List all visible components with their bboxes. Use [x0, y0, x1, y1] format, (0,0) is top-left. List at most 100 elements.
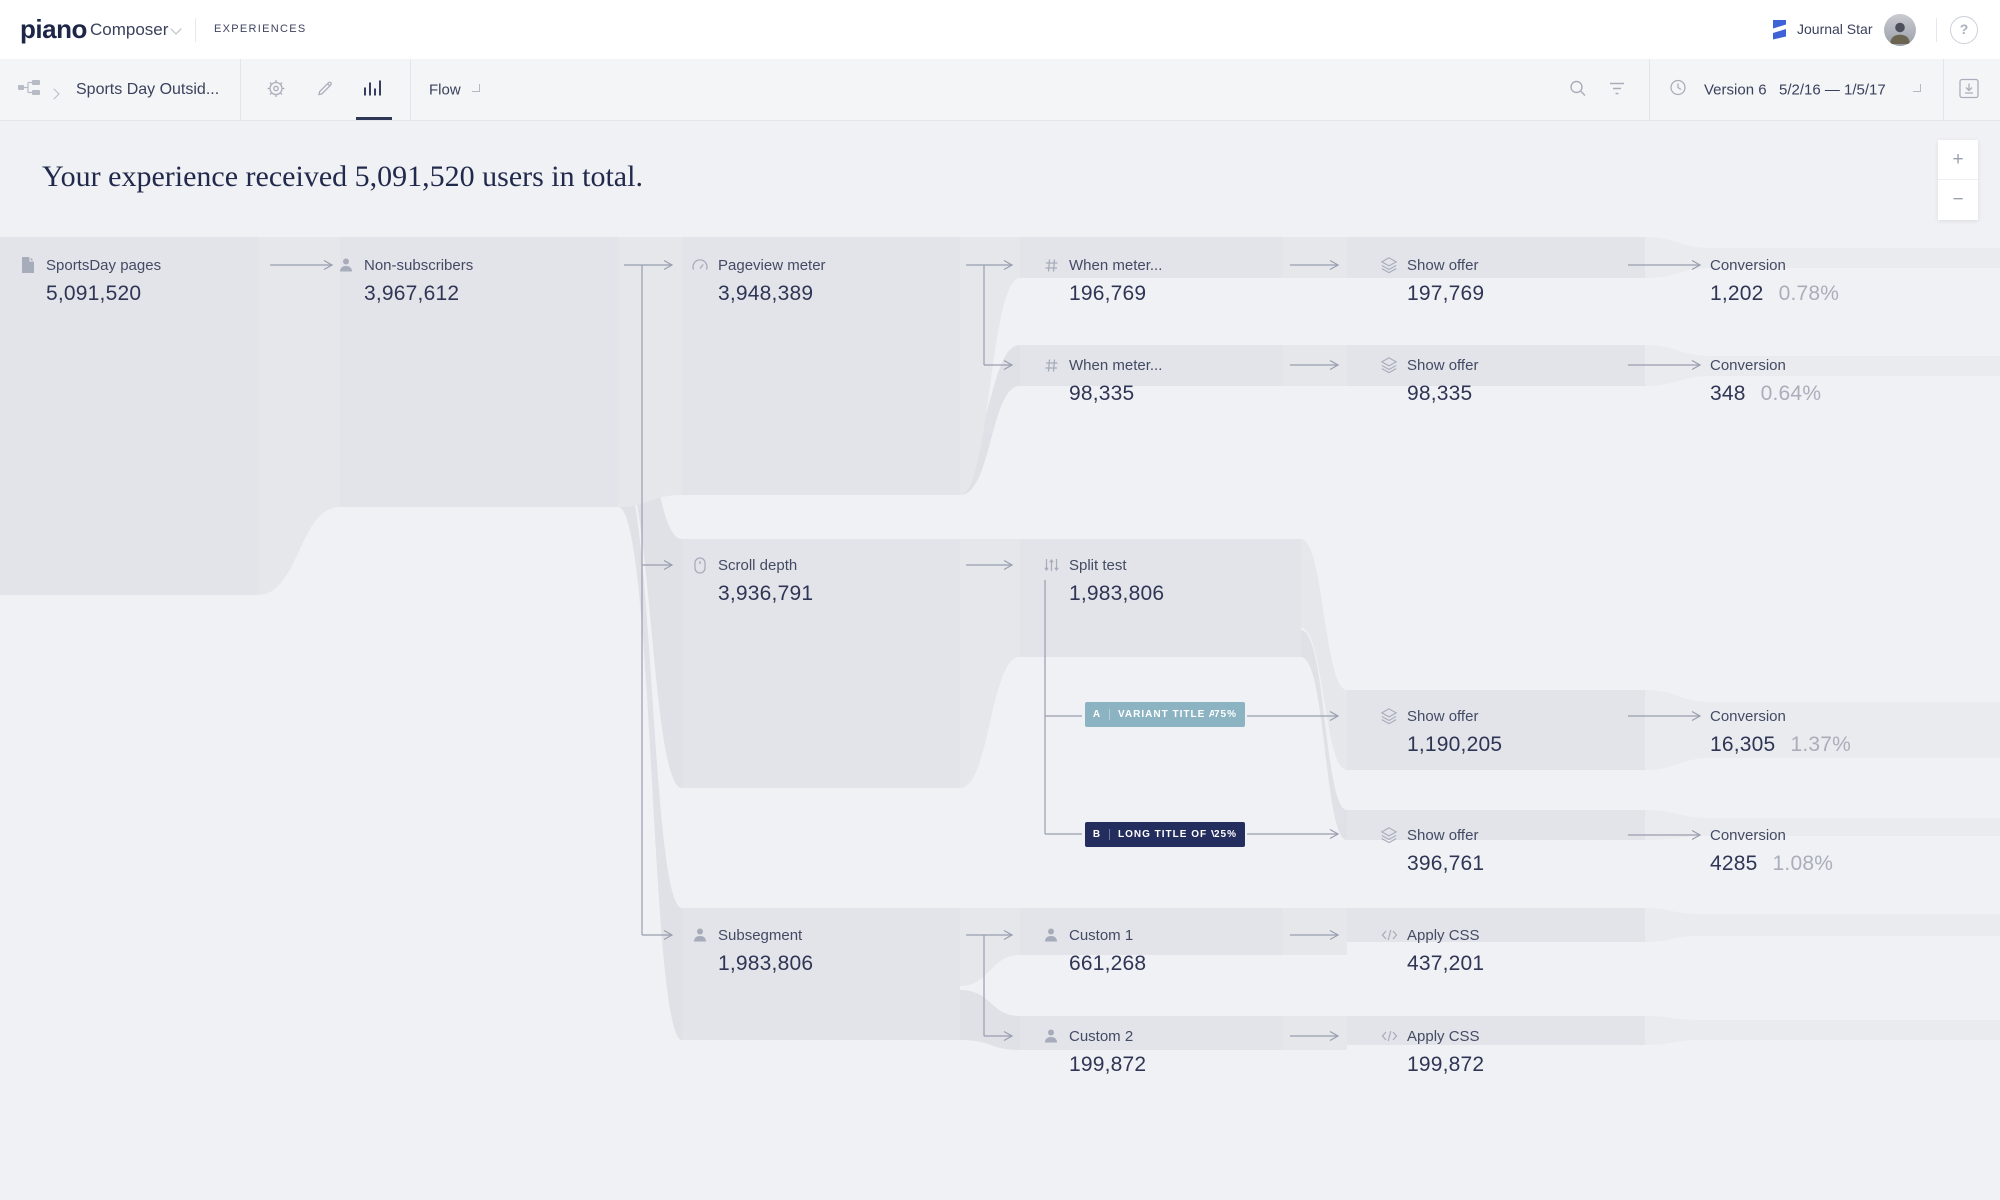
node-split-test[interactable]: Split test 1,983,806: [1041, 556, 1164, 606]
divider: [195, 18, 196, 42]
node-label: Show offer: [1407, 357, 1478, 374]
journal-star-logo-icon: [1772, 20, 1788, 45]
version-label[interactable]: Version 6: [1704, 81, 1767, 98]
node-value: 437,201: [1407, 952, 1484, 976]
node-when-meter-1[interactable]: When meter... 196,769: [1041, 256, 1162, 306]
node-show-offer-1[interactable]: Show offer 197,769: [1379, 256, 1484, 306]
node-value: 3,948,389: [718, 282, 826, 306]
node-label: Scroll depth: [718, 557, 797, 574]
node-label: Pageview meter: [718, 257, 826, 274]
hash-icon: [1041, 256, 1061, 274]
download-icon[interactable]: [1958, 77, 1980, 102]
report-bars-icon[interactable]: [362, 79, 382, 100]
avatar[interactable]: [1884, 14, 1916, 46]
user-icon: [1041, 1027, 1061, 1045]
variant-percent: 25%: [1214, 829, 1245, 840]
node-value: 197,769: [1407, 282, 1484, 306]
user-icon: [1041, 926, 1061, 944]
node-value: 1,983,806: [718, 952, 813, 976]
node-label: When meter...: [1069, 257, 1162, 274]
document-icon: [18, 256, 38, 274]
node-custom-2[interactable]: Custom 2 199,872: [1041, 1027, 1146, 1077]
node-label: Show offer: [1407, 708, 1478, 725]
variant-key: B: [1085, 829, 1110, 840]
search-icon[interactable]: [1568, 78, 1588, 101]
node-apply-css-2[interactable]: Apply CSS 199,872: [1379, 1027, 1484, 1077]
filter-icon[interactable]: [1608, 81, 1626, 98]
code-icon: [1379, 1027, 1399, 1045]
variant-title: LONG TITLE OF VA...: [1110, 829, 1214, 840]
node-label: Non-subscribers: [364, 257, 473, 274]
clock-icon: [1669, 78, 1687, 101]
node-value: 1,983,806: [1069, 582, 1164, 606]
node-scroll-depth[interactable]: Scroll depth 3,936,791: [690, 556, 813, 606]
experience-tree-icon[interactable]: [18, 79, 40, 100]
user-icon: [336, 256, 356, 274]
node-label: Apply CSS: [1407, 927, 1480, 944]
zoom-out-button[interactable]: −: [1938, 180, 1978, 220]
piano-logo[interactable]: piano: [20, 0, 87, 59]
variant-title: VARIANT TITLE A: [1110, 709, 1214, 720]
variant-a-badge[interactable]: A VARIANT TITLE A 75%: [1085, 702, 1245, 727]
node-show-offer-b[interactable]: Show offer 396,761: [1379, 826, 1484, 876]
node-value: 3,967,612: [364, 282, 473, 306]
divider: [1936, 18, 1937, 42]
node-value: 42851.08%: [1710, 852, 1833, 876]
zoom-in-button[interactable]: +: [1938, 140, 1978, 180]
nav-experiences[interactable]: EXPERIENCES: [214, 0, 307, 59]
split-test-icon: [1041, 556, 1061, 574]
chevron-down-icon[interactable]: [472, 84, 480, 92]
meter-icon: [690, 256, 710, 274]
settings-gear-icon[interactable]: [265, 77, 287, 102]
divider: [410, 59, 411, 120]
chevron-down-icon[interactable]: [1913, 84, 1921, 92]
node-conversion-1[interactable]: Conversion 1,2020.78%: [1710, 256, 1839, 306]
node-value: 199,872: [1069, 1053, 1146, 1077]
conversion-rate: 0.78%: [1779, 282, 1840, 306]
node-label: SportsDay pages: [46, 257, 161, 274]
view-selector[interactable]: Flow: [429, 81, 461, 98]
experience-title[interactable]: Sports Day Outsid...: [76, 81, 219, 99]
version-date-range[interactable]: 5/2/16 — 1/5/17: [1779, 81, 1886, 98]
node-value: 396,761: [1407, 852, 1484, 876]
page-title: Your experience received 5,091,520 users…: [42, 160, 643, 194]
node-label: Show offer: [1407, 827, 1478, 844]
account-name[interactable]: Journal Star: [1797, 0, 1872, 59]
node-when-meter-2[interactable]: When meter... 98,335: [1041, 356, 1162, 406]
help-button[interactable]: ?: [1950, 16, 1978, 44]
node-value: 5,091,520: [46, 282, 161, 306]
node-label: Conversion: [1710, 708, 1786, 725]
node-conversion-b[interactable]: Conversion 42851.08%: [1710, 826, 1833, 876]
node-label: Conversion: [1710, 357, 1786, 374]
code-icon: [1379, 926, 1399, 944]
zoom-controls: + −: [1938, 140, 1978, 220]
node-sportsday-pages[interactable]: SportsDay pages 5,091,520: [18, 256, 161, 306]
active-tab-underline: [356, 117, 392, 120]
node-label: Split test: [1069, 557, 1127, 574]
node-pageview-meter[interactable]: Pageview meter 3,948,389: [690, 256, 826, 306]
node-subsegment[interactable]: Subsegment 1,983,806: [690, 926, 813, 976]
product-switcher[interactable]: Composer: [90, 0, 168, 59]
node-show-offer-a[interactable]: Show offer 1,190,205: [1379, 707, 1502, 757]
node-conversion-2[interactable]: Conversion 3480.64%: [1710, 356, 1821, 406]
node-value: 199,872: [1407, 1053, 1484, 1077]
node-show-offer-2[interactable]: Show offer 98,335: [1379, 356, 1478, 406]
node-value: 661,268: [1069, 952, 1146, 976]
node-value: 98,335: [1407, 382, 1478, 406]
node-conversion-a[interactable]: Conversion 16,3051.37%: [1710, 707, 1851, 757]
divider: [1649, 59, 1650, 120]
top-bar: piano Composer EXPERIENCES Journal Star …: [0, 0, 2000, 60]
toolbar: Sports Day Outsid... Flow Version 6 5/2/…: [0, 59, 2000, 121]
node-value: 3480.64%: [1710, 382, 1821, 406]
breadcrumb-chevron-icon: [48, 88, 59, 99]
edit-pencil-icon[interactable]: [315, 78, 335, 101]
node-custom-1[interactable]: Custom 1 661,268: [1041, 926, 1146, 976]
node-apply-css-1[interactable]: Apply CSS 437,201: [1379, 926, 1484, 976]
hash-icon: [1041, 356, 1061, 374]
node-non-subscribers[interactable]: Non-subscribers 3,967,612: [336, 256, 473, 306]
node-value: 16,3051.37%: [1710, 733, 1851, 757]
chevron-down-icon[interactable]: [170, 23, 181, 34]
variant-b-badge[interactable]: B LONG TITLE OF VA... 25%: [1085, 822, 1245, 847]
layers-icon: [1379, 356, 1399, 374]
node-label: When meter...: [1069, 357, 1162, 374]
